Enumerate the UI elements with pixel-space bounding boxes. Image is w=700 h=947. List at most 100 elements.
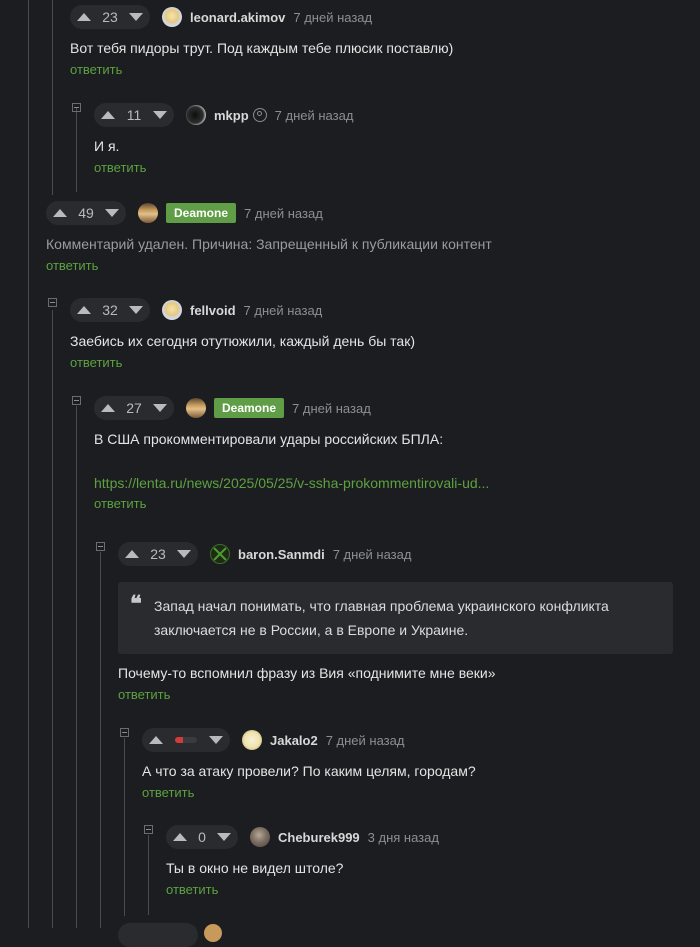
comment-date[interactable]: 7 дней назад (326, 733, 405, 748)
downvote-icon[interactable] (153, 111, 167, 119)
downvote-icon[interactable] (153, 404, 167, 412)
upvote-icon[interactable] (173, 833, 187, 841)
comment-date[interactable]: 7 дней назад (244, 206, 323, 221)
rating-control (142, 728, 230, 752)
comment-date[interactable]: 7 дней назад (293, 10, 372, 25)
comment: 27 Deamone 7 дней назад В США прокоммент… (94, 396, 489, 511)
username[interactable]: Cheburek999 (278, 830, 360, 845)
collapse-toggle[interactable] (72, 103, 81, 112)
comment: 49 Deamone 7 дней назад Комментарий удал… (46, 201, 492, 273)
reply-link[interactable]: ответить (46, 258, 492, 273)
comment-text: Почему-то вспомнил фразу из Вия «подними… (118, 665, 496, 681)
avatar[interactable] (242, 730, 262, 750)
avatar[interactable] (204, 924, 222, 942)
downvote-icon[interactable] (129, 306, 143, 314)
reply-link[interactable]: ответить (70, 62, 453, 77)
quote-line: Запад начал понимать, что главная пробле… (154, 598, 609, 614)
downvote-icon[interactable] (105, 209, 119, 217)
collapse-toggle[interactable] (120, 728, 129, 737)
comment-date[interactable]: 7 дней назад (292, 401, 371, 416)
username-badge[interactable]: Deamone (214, 398, 285, 418)
next-comment-rating (118, 923, 198, 947)
username[interactable]: mkpp (214, 108, 249, 123)
downvote-icon[interactable] (217, 833, 231, 841)
comment: 11 mkpp 7 дней назад И я. ответить (94, 103, 353, 175)
thread-line (76, 108, 77, 192)
subscribe-user-icon[interactable] (252, 108, 267, 122)
reply-link[interactable]: ответить (166, 882, 439, 897)
avatar[interactable] (186, 398, 206, 418)
upvote-icon[interactable] (101, 111, 115, 119)
downvote-icon[interactable] (129, 13, 143, 21)
thread-line (28, 0, 29, 928)
comment-date[interactable]: 7 дней назад (244, 303, 323, 318)
downvote-icon[interactable] (209, 736, 223, 744)
quote-block: ❝ Запад начал понимать, что главная проб… (118, 582, 673, 654)
reply-link[interactable]: ответить (70, 355, 415, 370)
username[interactable]: baron.Sanmdi (238, 547, 325, 562)
comment-date[interactable]: 7 дней назад (275, 108, 354, 123)
username[interactable]: Jakalo2 (270, 733, 318, 748)
comment-text: Ты в окно не видел штоле? (166, 860, 344, 876)
avatar[interactable] (162, 300, 182, 320)
collapse-toggle[interactable] (48, 298, 57, 307)
thread-line (148, 835, 149, 915)
upvote-icon[interactable] (149, 736, 163, 744)
quote-line: заключается не в России, а в Европе и Ук… (154, 622, 469, 638)
rating-control: 49 (46, 201, 126, 225)
comment-text: В США прокомментировали удары российских… (94, 431, 444, 447)
avatar[interactable] (210, 544, 230, 564)
upvote-icon[interactable] (125, 550, 139, 558)
upvote-icon[interactable] (77, 13, 91, 21)
quote-icon: ❝ (130, 591, 142, 617)
rating-control: 27 (94, 396, 174, 420)
comment: 0 Cheburek999 3 дня назад Ты в окно не в… (166, 825, 439, 897)
rating-control: 11 (94, 103, 174, 127)
comment: 23 baron.Sanmdi 7 дней назад (118, 542, 411, 566)
rating-control: 23 (70, 5, 150, 29)
avatar[interactable] (250, 827, 270, 847)
rating-value: 0 (198, 829, 206, 845)
thread-line (52, 0, 53, 195)
rating-value: 11 (126, 107, 142, 123)
reply-link[interactable]: ответить (94, 496, 489, 511)
rating-value: 23 (150, 546, 166, 562)
comment-text: Заебись их сегодня отутюжили, каждый ден… (70, 333, 415, 349)
avatar[interactable] (186, 105, 206, 125)
comment-date[interactable]: 3 дня назад (368, 830, 439, 845)
collapse-toggle[interactable] (96, 542, 105, 551)
thread-line (52, 310, 53, 928)
downvote-icon[interactable] (177, 550, 191, 558)
comment: 23 leonard.akimov 7 дней назад Вот тебя … (70, 5, 453, 77)
comment-text: Вот тебя пидоры трут. Под каждым тебе пл… (70, 40, 454, 56)
avatar[interactable] (138, 203, 158, 223)
upvote-icon[interactable] (53, 209, 67, 217)
username-badge[interactable]: Deamone (166, 203, 237, 223)
rating-indicator (163, 737, 209, 743)
avatar[interactable] (162, 7, 182, 27)
upvote-icon[interactable] (101, 404, 115, 412)
upvote-icon[interactable] (77, 306, 91, 314)
collapse-toggle[interactable] (144, 825, 153, 834)
rating-value: 27 (126, 400, 142, 416)
reply-link[interactable]: ответить (142, 785, 476, 800)
rating-value: 32 (102, 302, 118, 318)
collapse-toggle[interactable] (72, 396, 81, 405)
username[interactable]: fellvoid (190, 303, 236, 318)
reply-link[interactable]: ответить (118, 687, 496, 702)
comment-body: Почему-то вспомнил фразу из Вия «подними… (118, 663, 496, 702)
reply-link[interactable]: ответить (94, 160, 353, 175)
thread-line (124, 738, 125, 916)
comment: 32 fellvoid 7 дней назад Заебись их сего… (70, 298, 415, 370)
rating-value: 49 (78, 205, 94, 221)
external-link[interactable]: https://lenta.ru/news/2025/05/25/v-ssha-… (94, 475, 489, 491)
comment-date[interactable]: 7 дней назад (333, 547, 412, 562)
username[interactable]: leonard.akimov (190, 10, 285, 25)
comment: Jakalo2 7 дней назад А что за атаку пров… (142, 728, 476, 800)
comment-text: Комментарий удален. Причина: Запрещенный… (46, 236, 492, 252)
rating-control: 0 (166, 825, 238, 849)
rating-value: 23 (102, 9, 118, 25)
comment-text: А что за атаку провели? По каким целям, … (142, 763, 476, 779)
rating-control: 32 (70, 298, 150, 322)
rating-control: 23 (118, 542, 198, 566)
